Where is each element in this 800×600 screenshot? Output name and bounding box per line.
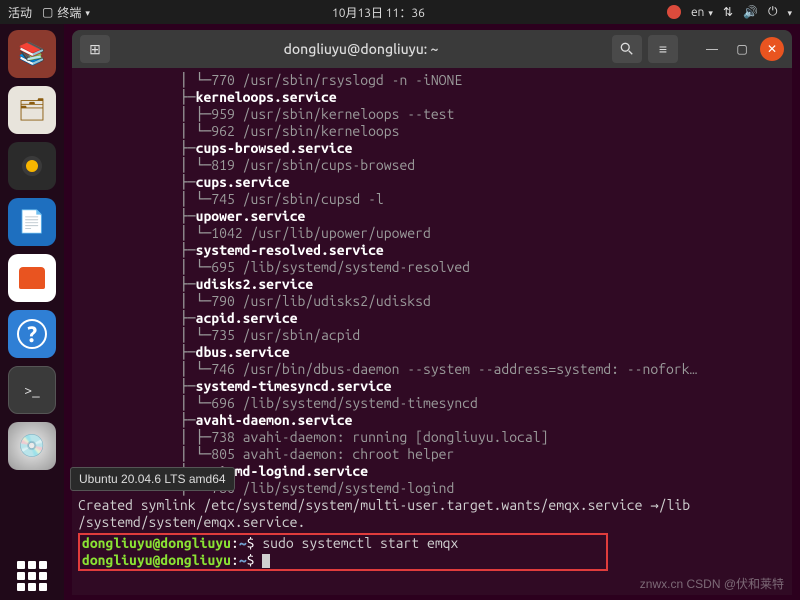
new-tab-button[interactable]: ⊞ (80, 35, 110, 63)
watermark: znwx.cn CSDN @伏和莱特 (640, 575, 784, 592)
app-menu[interactable]: ▢ 终端 (42, 4, 90, 21)
dock-tooltip: Ubuntu 20.04.6 LTS amd64 (70, 467, 235, 491)
window-titlebar[interactable]: ⊞ dongliuyu@dongliuyu: ~ ≡ — ▢ ✕ (72, 30, 792, 68)
close-button[interactable]: ✕ (760, 37, 784, 61)
input-source[interactable]: en (691, 6, 713, 19)
dock-item-terminal[interactable]: >_ (8, 366, 56, 414)
network-icon[interactable]: ⇅ (723, 5, 733, 19)
search-icon (620, 42, 634, 56)
window-title: dongliuyu@dongliuyu: ~ (116, 41, 606, 57)
dock-item-disc[interactable]: 💿 (8, 422, 56, 470)
search-button[interactable] (612, 35, 642, 63)
power-icon[interactable]: ⏻ (768, 5, 778, 19)
dock-item-files[interactable]: 🗂 (8, 86, 56, 134)
maximize-button[interactable]: ▢ (730, 37, 754, 61)
volume-icon[interactable]: 🔊 (743, 5, 758, 19)
ubuntu-dock: 📚 🗂 📄 ? >_ 💿 (0, 24, 64, 600)
dock-item-books[interactable]: 📚 (8, 30, 56, 78)
dock-item-rhythmbox[interactable] (8, 142, 56, 190)
dock-item-libreoffice-writer[interactable]: 📄 (8, 198, 56, 246)
clock[interactable]: 10月13日 11：36 (90, 4, 667, 21)
update-available-icon[interactable] (667, 5, 681, 19)
hamburger-menu-button[interactable]: ≡ (648, 35, 678, 63)
system-menu-chevron-icon[interactable] (787, 6, 792, 19)
dock-item-show-apps[interactable] (8, 552, 56, 600)
dock-item-help[interactable]: ? (8, 310, 56, 358)
activities-button[interactable]: 活动 (8, 4, 32, 21)
terminal-window: ⊞ dongliuyu@dongliuyu: ~ ≡ — ▢ ✕ │ └─770… (72, 30, 792, 595)
gnome-topbar: 活动 ▢ 终端 10月13日 11：36 en ⇅ 🔊 ⏻ (0, 0, 800, 24)
terminal-content[interactable]: │ └─770 /usr/sbin/rsyslogd -n -iNONE ├─k… (72, 68, 792, 595)
dock-item-ubuntu-software[interactable] (8, 254, 56, 302)
minimize-button[interactable]: — (700, 37, 724, 61)
